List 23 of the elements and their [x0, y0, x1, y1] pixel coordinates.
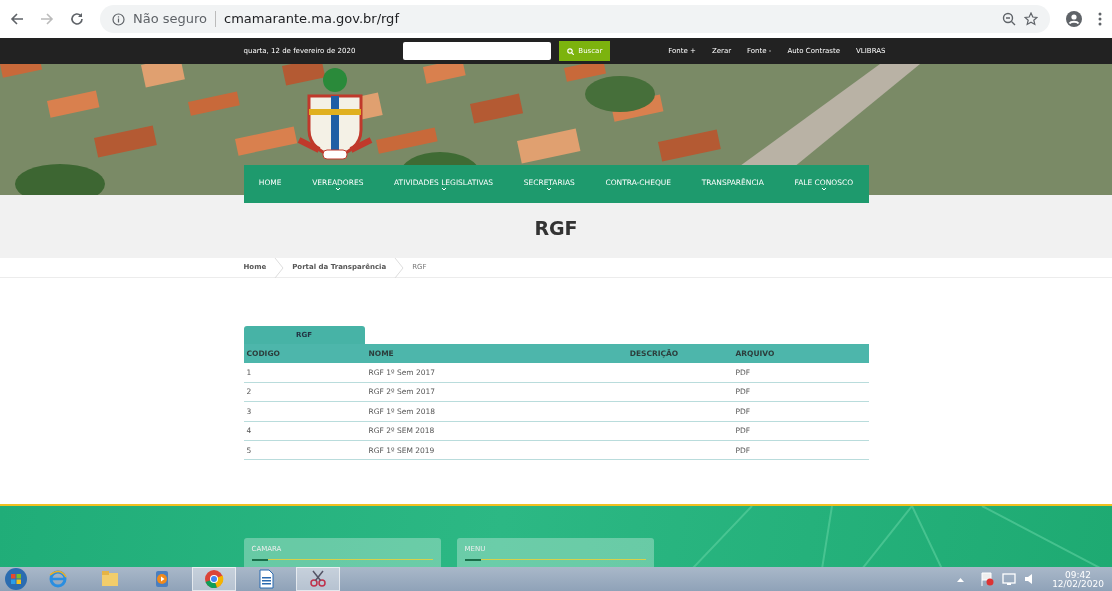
- flag-icon[interactable]: [980, 572, 995, 587]
- security-label: Não seguro: [133, 10, 208, 29]
- scissors-icon[interactable]: [308, 569, 328, 590]
- start-icon[interactable]: [4, 567, 28, 591]
- clock-date: 12/02/2020: [1052, 580, 1104, 590]
- clock-time: 09:42: [1064, 571, 1093, 580]
- menu-icon[interactable]: [1098, 12, 1102, 26]
- zoom-out-icon[interactable]: [1002, 12, 1016, 26]
- document-icon[interactable]: [256, 569, 276, 590]
- breadcrumb-separator-icon: [274, 257, 285, 278]
- search-icon: [567, 47, 575, 55]
- back-icon[interactable]: [10, 12, 24, 26]
- account-icon[interactable]: [1066, 11, 1082, 27]
- tray-arrow-icon[interactable]: [957, 576, 965, 582]
- chrome-icon[interactable]: [204, 569, 224, 590]
- info-icon[interactable]: [112, 12, 125, 26]
- reload-icon[interactable]: [70, 12, 84, 26]
- url-field[interactable]: cmamarante.ma.gov.br/rgf: [224, 9, 399, 29]
- star-icon[interactable]: [1024, 12, 1038, 26]
- breadcrumb-separator-icon: [394, 257, 405, 278]
- network-icon[interactable]: [1002, 572, 1017, 587]
- page-title: RGF: [533, 217, 579, 240]
- search-field[interactable]: [403, 42, 552, 60]
